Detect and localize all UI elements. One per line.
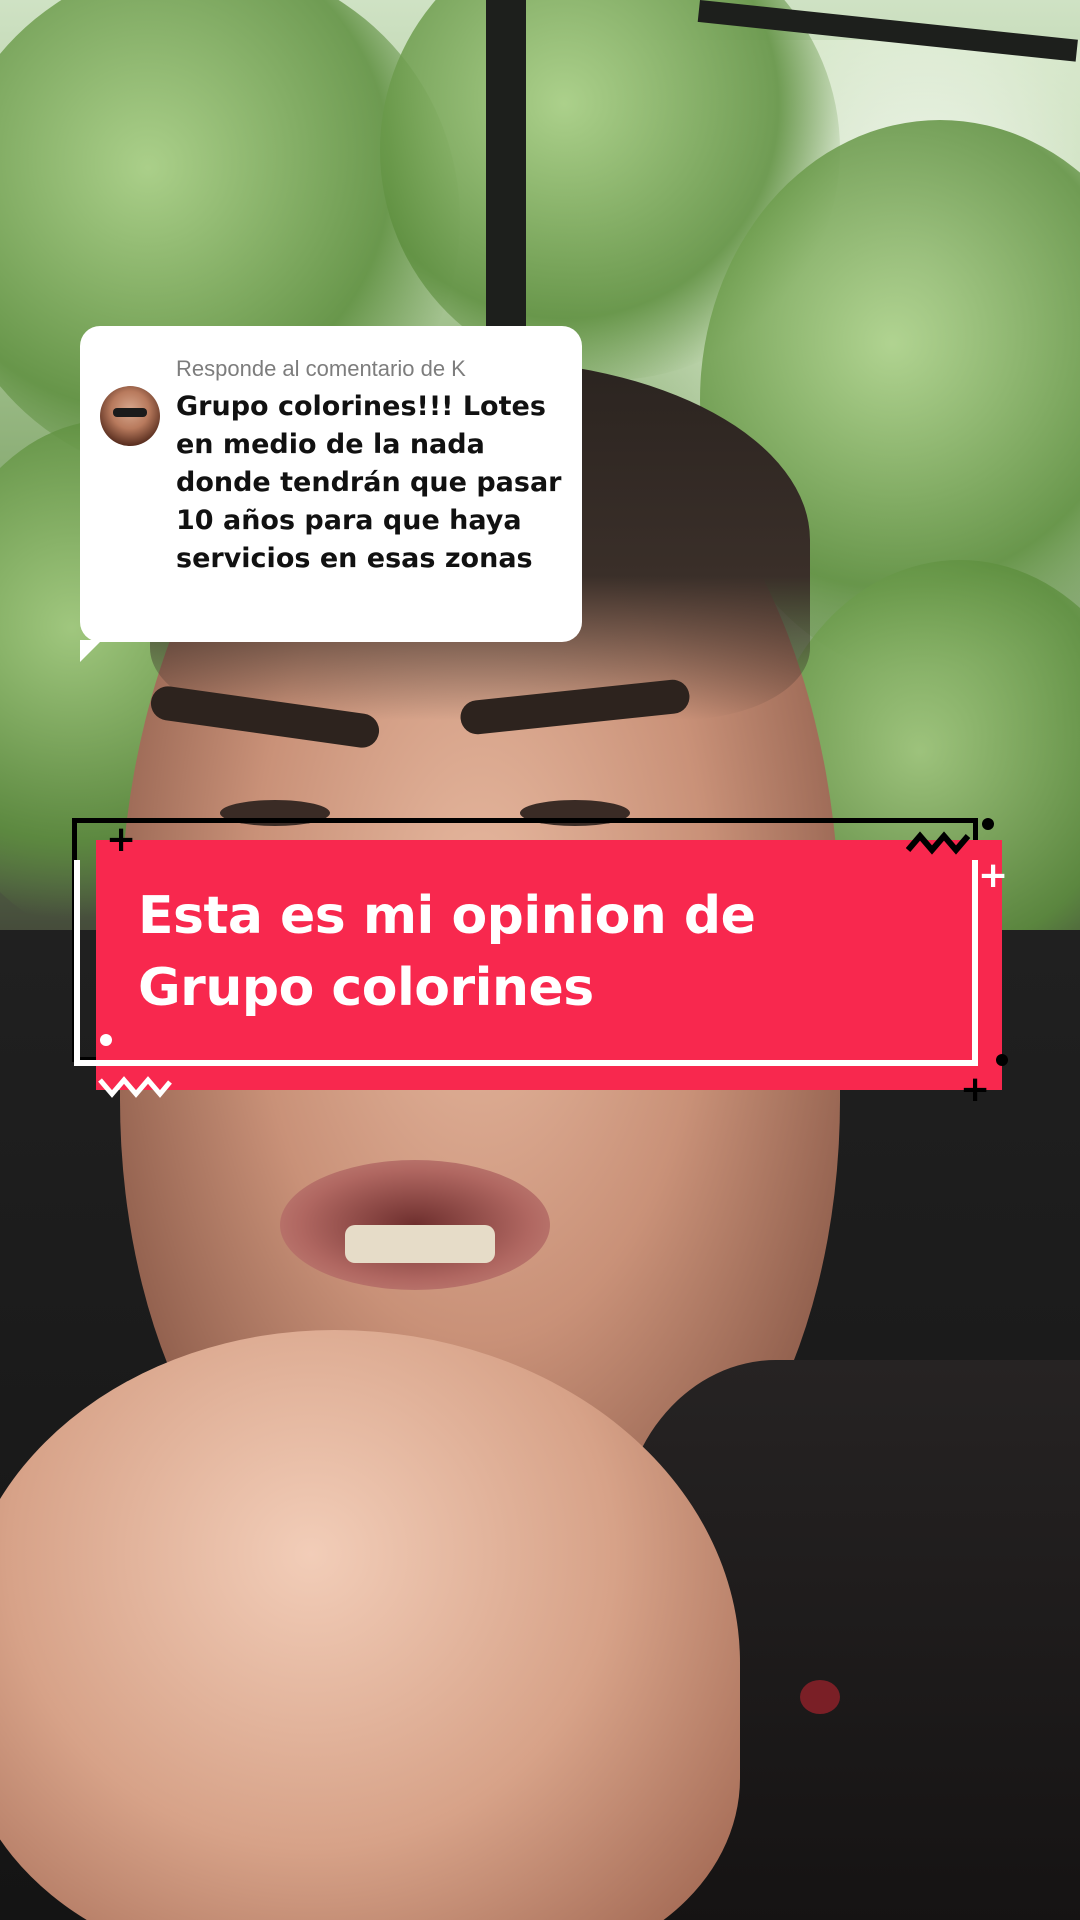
reply-comment-card[interactable]: Responde al comentario de K Grupo colori…	[80, 326, 582, 662]
zigzag-icon	[906, 831, 971, 855]
plus-icon: +	[106, 819, 137, 860]
zigzag-icon	[98, 1076, 172, 1098]
teeth	[345, 1225, 495, 1263]
window-frame	[486, 0, 526, 330]
reply-comment-text: Grupo colorines!!! Lotes en medio de la …	[176, 391, 562, 574]
plus-icon: +	[978, 855, 1009, 896]
shirt-button	[800, 1680, 840, 1714]
commenter-avatar	[100, 386, 160, 446]
caption-text: Esta es mi opinion de Grupo colorines	[138, 886, 756, 1018]
dot-icon	[982, 818, 994, 830]
dot-icon	[100, 1034, 112, 1046]
reply-header: Responde al comentario de K	[176, 356, 466, 381]
dot-icon	[996, 1054, 1008, 1066]
plus-icon: +	[960, 1069, 991, 1110]
sunglasses-icon	[113, 408, 147, 417]
